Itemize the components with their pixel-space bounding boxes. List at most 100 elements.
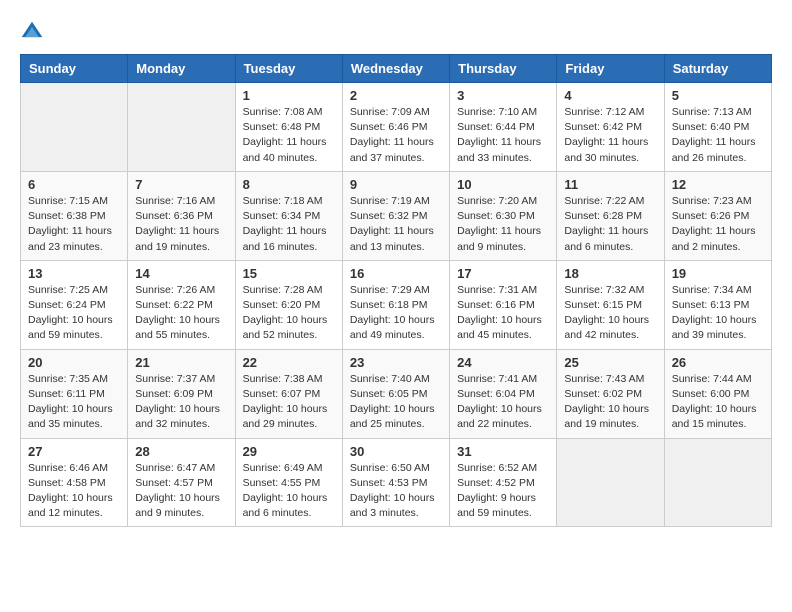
calendar-cell: 15 Sunrise: 7:28 AM Sunset: 6:20 PM Dayli… (235, 260, 342, 349)
calendar-cell: 18 Sunrise: 7:32 AM Sunset: 6:15 PM Dayli… (557, 260, 664, 349)
calendar-cell (128, 83, 235, 172)
day-info: Sunrise: 7:18 AM Sunset: 6:34 PM Dayligh… (243, 194, 335, 255)
logo-icon (20, 20, 44, 44)
calendar-cell: 16Sunrise: 7:29 AM Sunset: 6:18 PM Dayli… (342, 260, 449, 349)
day-number: 24 (457, 355, 549, 370)
calendar-cell: 14 Sunrise: 7:26 AM Sunset: 6:22 PM Dayli… (128, 260, 235, 349)
day-number: 22 (243, 355, 335, 370)
day-number: 28 (135, 444, 227, 459)
day-number: 14 (135, 266, 227, 281)
day-info: Sunrise: 7:29 AM Sunset: 6:18 PM Dayligh… (350, 283, 442, 344)
day-number: 2 (350, 88, 442, 103)
day-info: Sunrise: 7:32 AM Sunset: 6:15 PM Dayligh… (564, 283, 656, 344)
day-number: 5 (672, 88, 764, 103)
day-info: Sunrise: 7:13 AM Sunset: 6:40 PM Dayligh… (672, 105, 764, 166)
day-number: 25 (564, 355, 656, 370)
day-info: Sunrise: 7:09 AM Sunset: 6:46 PM Dayligh… (350, 105, 442, 166)
calendar-cell: 7 Sunrise: 7:16 AM Sunset: 6:36 PM Daylig… (128, 171, 235, 260)
day-number: 20 (28, 355, 120, 370)
day-info: Sunrise: 7:15 AM Sunset: 6:38 PM Dayligh… (28, 194, 120, 255)
calendar-cell: 1Sunrise: 7:08 AM Sunset: 6:48 PM Daylig… (235, 83, 342, 172)
day-info: Sunrise: 7:43 AM Sunset: 6:02 PM Dayligh… (564, 372, 656, 433)
day-info: Sunrise: 7:08 AM Sunset: 6:48 PM Dayligh… (243, 105, 335, 166)
calendar-cell: 9 Sunrise: 7:19 AM Sunset: 6:32 PM Daylig… (342, 171, 449, 260)
calendar-cell: 26 Sunrise: 7:44 AM Sunset: 6:00 PM Dayli… (664, 349, 771, 438)
day-number: 29 (243, 444, 335, 459)
day-info: Sunrise: 6:49 AM Sunset: 4:55 PM Dayligh… (243, 461, 335, 522)
calendar-cell: 17 Sunrise: 7:31 AM Sunset: 6:16 PM Dayli… (450, 260, 557, 349)
day-number: 7 (135, 177, 227, 192)
day-number: 10 (457, 177, 549, 192)
day-number: 15 (243, 266, 335, 281)
day-info: Sunrise: 6:47 AM Sunset: 4:57 PM Dayligh… (135, 461, 227, 522)
calendar-cell: 30Sunrise: 6:50 AM Sunset: 4:53 PM Dayli… (342, 438, 449, 527)
day-info: Sunrise: 7:16 AM Sunset: 6:36 PM Dayligh… (135, 194, 227, 255)
day-info: Sunrise: 7:31 AM Sunset: 6:16 PM Dayligh… (457, 283, 549, 344)
calendar-cell: 6 Sunrise: 7:15 AM Sunset: 6:38 PM Daylig… (21, 171, 128, 260)
calendar-cell: 27 Sunrise: 6:46 AM Sunset: 4:58 PM Dayli… (21, 438, 128, 527)
day-number: 8 (243, 177, 335, 192)
day-number: 23 (350, 355, 442, 370)
day-number: 27 (28, 444, 120, 459)
logo (20, 20, 48, 44)
day-number: 12 (672, 177, 764, 192)
calendar-cell: 4 Sunrise: 7:12 AM Sunset: 6:42 PM Daylig… (557, 83, 664, 172)
day-number: 26 (672, 355, 764, 370)
day-info: Sunrise: 7:40 AM Sunset: 6:05 PM Dayligh… (350, 372, 442, 433)
calendar-cell: 13 Sunrise: 7:25 AM Sunset: 6:24 PM Dayli… (21, 260, 128, 349)
calendar-cell: 19 Sunrise: 7:34 AM Sunset: 6:13 PM Dayli… (664, 260, 771, 349)
day-number: 3 (457, 88, 549, 103)
calendar-cell: 24 Sunrise: 7:41 AM Sunset: 6:04 PM Dayli… (450, 349, 557, 438)
weekday-header: Tuesday (235, 55, 342, 83)
day-number: 6 (28, 177, 120, 192)
day-info: Sunrise: 7:20 AM Sunset: 6:30 PM Dayligh… (457, 194, 549, 255)
calendar-cell: 8 Sunrise: 7:18 AM Sunset: 6:34 PM Daylig… (235, 171, 342, 260)
calendar-cell: 25 Sunrise: 7:43 AM Sunset: 6:02 PM Dayli… (557, 349, 664, 438)
calendar-cell: 10 Sunrise: 7:20 AM Sunset: 6:30 PM Dayli… (450, 171, 557, 260)
day-info: Sunrise: 7:12 AM Sunset: 6:42 PM Dayligh… (564, 105, 656, 166)
weekday-header: Saturday (664, 55, 771, 83)
calendar-cell: 20 Sunrise: 7:35 AM Sunset: 6:11 PM Dayli… (21, 349, 128, 438)
day-info: Sunrise: 7:25 AM Sunset: 6:24 PM Dayligh… (28, 283, 120, 344)
weekday-header: Friday (557, 55, 664, 83)
calendar-cell: 22 Sunrise: 7:38 AM Sunset: 6:07 PM Dayli… (235, 349, 342, 438)
day-number: 21 (135, 355, 227, 370)
day-number: 19 (672, 266, 764, 281)
calendar-cell (557, 438, 664, 527)
day-info: Sunrise: 7:41 AM Sunset: 6:04 PM Dayligh… (457, 372, 549, 433)
day-info: Sunrise: 7:35 AM Sunset: 6:11 PM Dayligh… (28, 372, 120, 433)
calendar-table: SundayMondayTuesdayWednesdayThursdayFrid… (20, 54, 772, 527)
day-info: Sunrise: 6:52 AM Sunset: 4:52 PM Dayligh… (457, 461, 549, 522)
day-number: 17 (457, 266, 549, 281)
weekday-header: Wednesday (342, 55, 449, 83)
day-info: Sunrise: 7:19 AM Sunset: 6:32 PM Dayligh… (350, 194, 442, 255)
calendar-cell: 21 Sunrise: 7:37 AM Sunset: 6:09 PM Dayli… (128, 349, 235, 438)
day-info: Sunrise: 7:22 AM Sunset: 6:28 PM Dayligh… (564, 194, 656, 255)
day-info: Sunrise: 6:46 AM Sunset: 4:58 PM Dayligh… (28, 461, 120, 522)
calendar-cell (21, 83, 128, 172)
weekday-header: Thursday (450, 55, 557, 83)
day-info: Sunrise: 7:23 AM Sunset: 6:26 PM Dayligh… (672, 194, 764, 255)
day-info: Sunrise: 7:38 AM Sunset: 6:07 PM Dayligh… (243, 372, 335, 433)
calendar-cell: 28 Sunrise: 6:47 AM Sunset: 4:57 PM Dayli… (128, 438, 235, 527)
weekday-header: Monday (128, 55, 235, 83)
day-number: 9 (350, 177, 442, 192)
day-number: 18 (564, 266, 656, 281)
day-info: Sunrise: 7:28 AM Sunset: 6:20 PM Dayligh… (243, 283, 335, 344)
day-number: 13 (28, 266, 120, 281)
day-info: Sunrise: 7:34 AM Sunset: 6:13 PM Dayligh… (672, 283, 764, 344)
day-info: Sunrise: 7:44 AM Sunset: 6:00 PM Dayligh… (672, 372, 764, 433)
calendar-cell: 23 Sunrise: 7:40 AM Sunset: 6:05 PM Dayli… (342, 349, 449, 438)
day-info: Sunrise: 7:10 AM Sunset: 6:44 PM Dayligh… (457, 105, 549, 166)
calendar-cell: 11 Sunrise: 7:22 AM Sunset: 6:28 PM Dayli… (557, 171, 664, 260)
calendar-cell: 3 Sunrise: 7:10 AM Sunset: 6:44 PM Daylig… (450, 83, 557, 172)
calendar-cell: 12 Sunrise: 7:23 AM Sunset: 6:26 PM Dayli… (664, 171, 771, 260)
day-number: 31 (457, 444, 549, 459)
day-number: 4 (564, 88, 656, 103)
calendar-cell: 29 Sunrise: 6:49 AM Sunset: 4:55 PM Dayli… (235, 438, 342, 527)
day-info: Sunrise: 7:26 AM Sunset: 6:22 PM Dayligh… (135, 283, 227, 344)
page-header (20, 20, 772, 44)
day-info: Sunrise: 7:37 AM Sunset: 6:09 PM Dayligh… (135, 372, 227, 433)
calendar-cell: 2 Sunrise: 7:09 AM Sunset: 6:46 PM Daylig… (342, 83, 449, 172)
day-number: 11 (564, 177, 656, 192)
